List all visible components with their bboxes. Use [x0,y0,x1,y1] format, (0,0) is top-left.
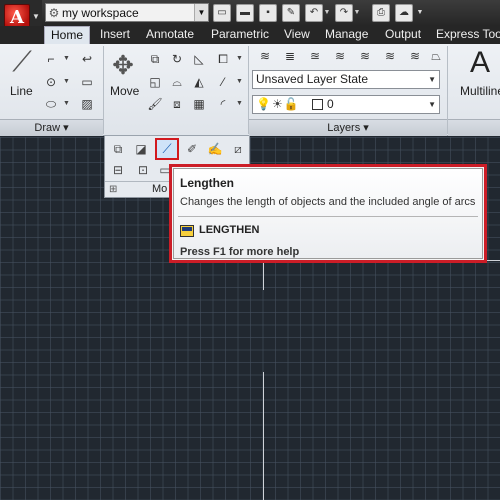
tooltip-title: Lengthen [180,176,234,190]
layer-freeze-icon[interactable]: ≋ [331,47,349,65]
ellipse-icon[interactable]: ⬭ [42,95,60,113]
edit-hatch-icon[interactable]: ✍ [205,139,225,159]
print-icon[interactable]: ⎙ [372,4,390,22]
move-label[interactable]: Move [110,84,139,98]
join-icon[interactable]: ⧉ [108,139,128,159]
draworder-icon[interactable]: ◪ [131,139,151,159]
stretch-icon[interactable]: ◭ [190,73,208,91]
tab-home[interactable]: Home [44,26,90,44]
tab-view[interactable]: View [284,26,310,44]
command-line-icon [180,225,194,237]
move-icon[interactable]: ✥ [108,50,138,81]
layer-status-icons: 💡☀🔓 [256,97,300,111]
redo-icon[interactable]: ↷ [335,4,353,22]
polyline-icon[interactable]: ⌐ [42,50,60,68]
erase-dropdown[interactable]: ▼ [236,50,244,68]
annotation-panel-title[interactable] [448,119,500,136]
tooltip-divider [178,216,478,217]
panel-divider [103,46,104,134]
offset-dropdown[interactable]: ▼ [236,95,244,113]
polyline-dropdown[interactable]: ▼ [63,50,71,68]
layer-select[interactable]: 💡☀🔓 0 ▼ [252,95,440,114]
layer-iso-icon[interactable]: ≋ [381,47,399,65]
brush-icon[interactable]: 🖌 [146,95,164,113]
trim-icon[interactable]: ◺ [190,50,208,68]
layers-panel-title[interactable]: Layers ▾ [249,119,447,136]
scale-icon[interactable]: ⧈ [168,95,186,113]
workspace-name: my workspace [62,5,139,20]
reverse-icon[interactable]: ⧄ [228,139,248,159]
chevron-down-icon: ▼ [32,12,40,21]
circle-dropdown[interactable]: ▼ [63,73,71,91]
explode-dropdown[interactable]: ▼ [236,73,244,91]
undo-icon[interactable]: ↶ [305,4,323,22]
save-as-icon[interactable]: ✎ [282,4,300,22]
chevron-down-icon: ▼ [428,100,436,109]
ribbon: ⟋ Line ⌐ ▼ ↩ ⊙ ▼ ▭ ⬭ ▼ ▨ Draw ▾ ✥ Move ⧉… [0,44,500,136]
rectangle-icon[interactable]: ▭ [78,73,96,91]
title-bar: A ▼ ⚙ my workspace ▼ ▭ ▬ ▪ ✎ ↶ ▼ ↷ ▼ ⎙ ☁… [0,0,500,40]
undo-dropdown[interactable]: ▼ [323,4,331,22]
layer-state-select[interactable]: Unsaved Layer State ▼ [252,70,440,89]
tab-output[interactable]: Output [385,26,421,44]
layer-walk-icon[interactable]: ⏢ [427,47,445,65]
ribbon-tab-row: Home Insert Annotate Parametric View Man… [0,26,500,44]
draw-panel-title[interactable]: Draw ▾ [0,119,103,136]
tab-annotate[interactable]: Annotate [146,26,194,44]
command-tooltip: Lengthen Changes the length of objects a… [169,164,487,263]
gear-icon: ⚙ [48,5,60,20]
save-icon[interactable]: ▪ [259,4,277,22]
layer-color-swatch [312,99,323,110]
offset-icon[interactable]: ◜ [214,95,232,113]
tooltip-description: Changes the length of objects and the in… [180,196,476,208]
copy-icon[interactable]: ⧉ [146,50,164,68]
fillet-icon[interactable]: ⌓ [168,73,186,91]
layer-match-icon[interactable]: ≋ [406,47,424,65]
ellipse-dropdown[interactable]: ▼ [63,95,71,113]
tooltip-help-hint: Press F1 for more help [180,246,300,258]
circle-icon[interactable]: ⊙ [42,73,60,91]
layer-name: 0 [327,97,334,111]
erase-icon[interactable]: ⧠ [214,50,232,68]
arc-icon[interactable]: ↩ [78,50,96,68]
cloud-icon[interactable]: ☁ [395,4,413,22]
lengthen-button[interactable]: ⟋ [155,138,179,160]
mirror-icon[interactable]: ◱ [146,73,164,91]
pin-icon[interactable]: ⊞ [109,182,117,197]
layer-state-value: Unsaved Layer State [256,72,369,86]
tab-manage[interactable]: Manage [325,26,368,44]
array-icon[interactable]: ▦ [190,95,208,113]
customize-qat-dropdown[interactable]: ▼ [416,4,424,22]
layer-properties-icon[interactable]: ≋ [256,47,274,65]
tab-express-tools[interactable]: Express Tool [436,26,500,44]
align-icon[interactable]: ⊟ [108,160,128,180]
chevron-down-icon: ▼ [194,4,208,21]
multiline-text-label[interactable]: Multiline [460,84,500,98]
lengthen-icon: ⟋ [162,141,172,156]
tab-parametric[interactable]: Parametric [211,26,269,44]
break-icon[interactable]: ⊡ [133,160,153,180]
redo-dropdown[interactable]: ▼ [353,4,361,22]
workspace-select[interactable]: ⚙ my workspace ▼ [45,3,209,22]
layer-lock-icon[interactable]: ≋ [356,47,374,65]
explode-icon[interactable]: ⁄ [214,73,232,91]
rotate-icon[interactable]: ↻ [168,50,186,68]
tab-insert[interactable]: Insert [100,26,130,44]
edit-spline-icon[interactable]: ✐ [182,139,202,159]
tooltip-command-name: LENGTHEN [199,224,260,236]
text-icon[interactable]: A [470,46,490,80]
layer-off-icon[interactable]: ≊ [306,47,324,65]
line-icon[interactable]: ⟋ [7,46,37,79]
line-label[interactable]: Line [10,84,33,98]
hatch-icon[interactable]: ▨ [78,95,96,113]
new-icon[interactable]: ▭ [213,4,231,22]
layer-icon[interactable]: ≣ [281,47,299,65]
open-icon[interactable]: ▬ [236,4,254,22]
chevron-down-icon: ▼ [428,75,436,84]
drawing-line[interactable] [263,260,264,290]
drawing-line[interactable] [263,372,264,500]
modify-panel-label: Mo [152,183,168,195]
